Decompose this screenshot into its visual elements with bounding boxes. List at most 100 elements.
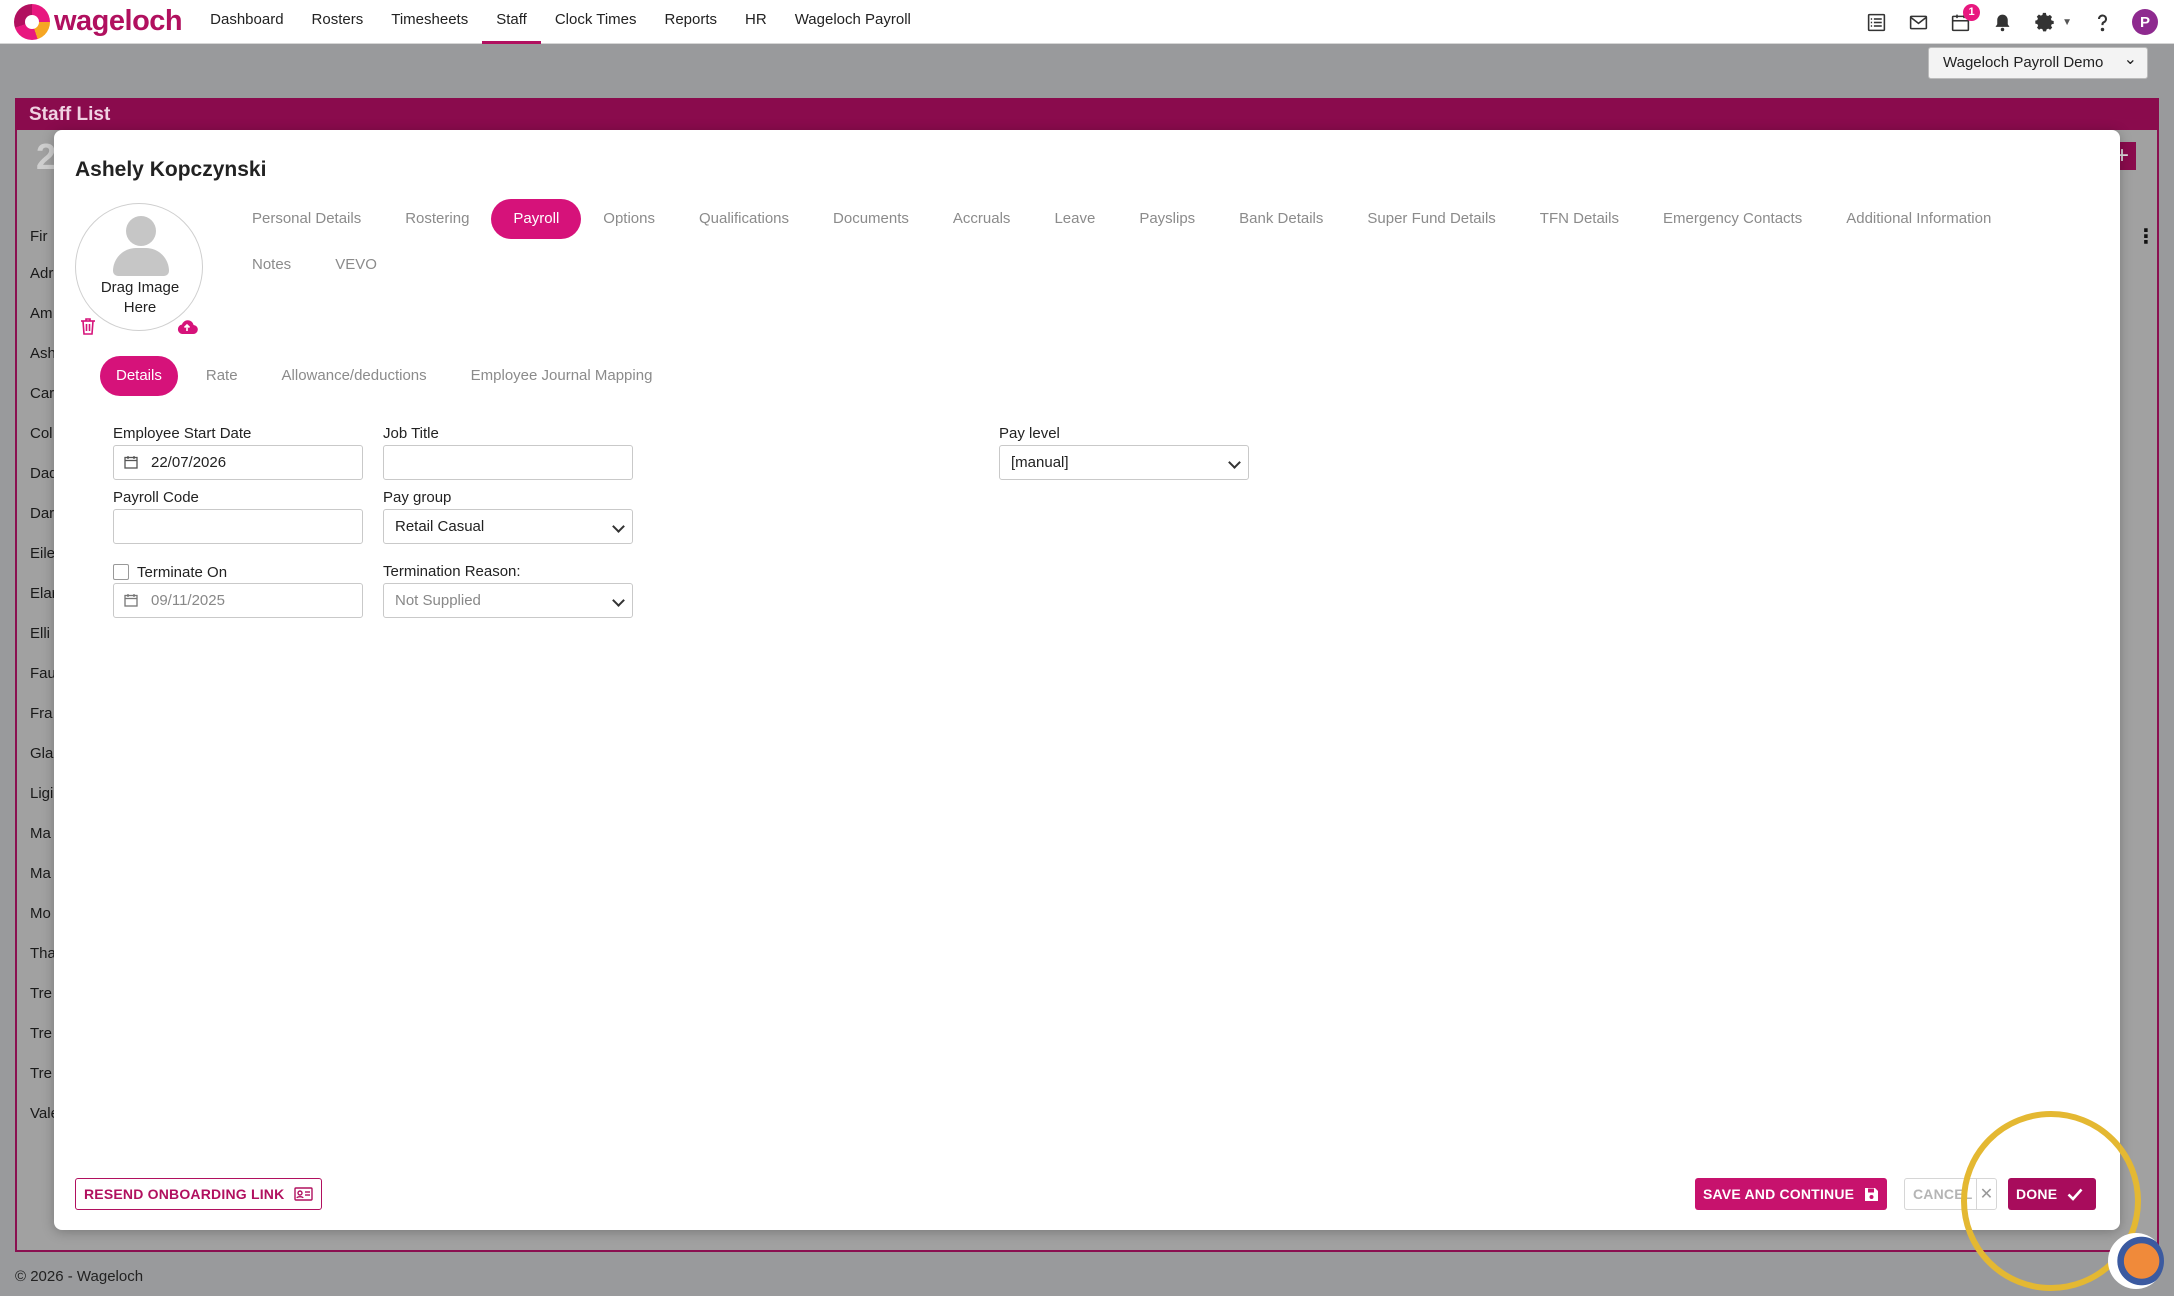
done-label: DONE	[2016, 1186, 2058, 1202]
calendar-badge: 1	[1963, 4, 1981, 21]
main-nav: Dashboard Rosters Timesheets Staff Clock…	[196, 0, 925, 44]
tab-rostering[interactable]: Rostering	[383, 199, 491, 239]
terminate-date-field[interactable]: 09/11/2025	[113, 583, 363, 618]
list-item[interactable]: Dar	[30, 505, 54, 522]
terminate-checkbox[interactable]	[113, 564, 129, 580]
calendar-icon[interactable]: 1	[1948, 4, 1981, 34]
subtab-details[interactable]: Details	[100, 356, 178, 396]
bell-icon[interactable]	[1990, 10, 2014, 34]
list-item[interactable]: Elli	[30, 625, 50, 642]
logo-mark-icon	[14, 3, 50, 40]
nav-dashboard[interactable]: Dashboard	[196, 0, 297, 44]
list-item[interactable]: Adr	[30, 265, 53, 282]
tab-accruals[interactable]: Accruals	[931, 199, 1033, 239]
tab-documents[interactable]: Documents	[811, 199, 931, 239]
list-item[interactable]: Eile	[30, 545, 55, 562]
tab-payslips[interactable]: Payslips	[1117, 199, 1217, 239]
table-header-first: Fir	[30, 228, 48, 245]
cancel-label: CANCEL	[1913, 1186, 1973, 1202]
nav-clock-times[interactable]: Clock Times	[541, 0, 651, 44]
start-date-value: 22/07/2026	[151, 454, 227, 471]
chat-support-icon[interactable]	[2108, 1233, 2164, 1289]
list-item[interactable]: Am	[30, 305, 53, 322]
terminate-on-label: Terminate On	[137, 564, 228, 581]
nav-reports[interactable]: Reports	[651, 0, 732, 44]
nav-wageloch-payroll[interactable]: Wageloch Payroll	[781, 0, 925, 44]
photo-drop-text: Drag Image Here	[76, 278, 204, 318]
cancel-button[interactable]: CANCEL ✕	[1904, 1178, 1997, 1210]
tab-bank-details[interactable]: Bank Details	[1217, 199, 1345, 239]
tab-leave[interactable]: Leave	[1032, 199, 1117, 239]
list-item[interactable]: Tre	[30, 985, 52, 1002]
nav-staff[interactable]: Staff	[482, 0, 541, 44]
cloud-upload-icon[interactable]	[176, 319, 198, 340]
list-item[interactable]: Tre	[30, 1025, 52, 1042]
list-item[interactable]: Ma	[30, 865, 51, 882]
tab-notes[interactable]: Notes	[230, 245, 313, 285]
tab-tfn-details[interactable]: TFN Details	[1518, 199, 1641, 239]
pay-group-select[interactable]: Retail Casual	[383, 509, 633, 544]
tab-personal-details[interactable]: Personal Details	[230, 199, 383, 239]
kebab-menu-icon[interactable]: ⋮	[2136, 224, 2156, 249]
save-and-continue-label: SAVE AND CONTINUE	[1703, 1186, 1855, 1202]
nav-timesheets[interactable]: Timesheets	[377, 0, 482, 44]
subtab-rate[interactable]: Rate	[190, 356, 254, 396]
list-item[interactable]: Fau	[30, 665, 56, 682]
chevron-down-icon[interactable]: ▼	[2062, 17, 2072, 28]
photo-dropzone[interactable]: Drag Image Here	[75, 203, 203, 331]
mail-icon[interactable]	[1906, 10, 1930, 34]
floppy-disk-icon	[1865, 1187, 1879, 1201]
tab-additional-information[interactable]: Additional Information	[1824, 199, 2013, 239]
wageloch-logo[interactable]: wageloch	[14, 3, 183, 40]
help-icon[interactable]	[2090, 10, 2114, 34]
start-date-field[interactable]: 22/07/2026	[113, 445, 363, 480]
list-item[interactable]: Mo	[30, 905, 51, 922]
photo-drop-text-line1: Drag Image	[100, 279, 180, 296]
footer-copyright: © 2026 - Wageloch	[15, 1268, 144, 1285]
list-item[interactable]: Ligi	[30, 785, 53, 802]
company-select[interactable]: Wageloch Payroll Demo	[1928, 45, 2148, 79]
nav-rosters[interactable]: Rosters	[298, 0, 378, 44]
list-item[interactable]: Ash	[30, 345, 56, 362]
checkmark-icon	[2067, 1188, 2083, 1201]
user-avatar[interactable]: P	[2132, 9, 2158, 35]
resend-onboarding-label: RESEND ONBOARDING LINK	[84, 1186, 285, 1202]
nav-hr[interactable]: HR	[731, 0, 781, 44]
job-title-input[interactable]	[383, 445, 633, 480]
pay-group-label: Pay group	[383, 489, 452, 506]
tab-qualifications[interactable]: Qualifications	[677, 199, 811, 239]
checklist-icon[interactable]	[1864, 10, 1888, 34]
pay-level-select[interactable]: [manual]	[999, 445, 1249, 480]
resend-onboarding-link-button[interactable]: RESEND ONBOARDING LINK	[75, 1178, 323, 1210]
employee-name: Ashely Kopczynski	[75, 158, 267, 181]
subtab-allowance-deductions[interactable]: Allowance/deductions	[266, 356, 443, 396]
save-and-continue-button[interactable]: SAVE AND CONTINUE	[1695, 1178, 1888, 1210]
subtab-employee-journal-mapping[interactable]: Employee Journal Mapping	[455, 356, 669, 396]
termination-reason-select[interactable]: Not Supplied	[383, 583, 633, 618]
start-date-label: Employee Start Date	[113, 425, 252, 442]
done-button[interactable]: DONE	[2008, 1178, 2096, 1210]
list-item[interactable]: Tre	[30, 1065, 52, 1082]
list-item[interactable]: Tha	[30, 945, 56, 962]
list-item[interactable]: Gla	[30, 745, 53, 762]
gear-icon[interactable]	[2032, 10, 2056, 34]
terminate-date-value: 09/11/2025	[151, 592, 225, 609]
top-navbar: wageloch Dashboard Rosters Timesheets St…	[0, 0, 2174, 44]
list-item[interactable]: Ma	[30, 825, 51, 842]
trash-icon[interactable]	[80, 317, 96, 340]
tab-options[interactable]: Options	[581, 199, 677, 239]
close-icon: ✕	[1976, 1179, 1996, 1209]
tab-vevo[interactable]: VEVO	[313, 245, 399, 285]
tab-super-fund-details[interactable]: Super Fund Details	[1345, 199, 1517, 239]
tab-emergency-contacts[interactable]: Emergency Contacts	[1641, 199, 1824, 239]
list-item[interactable]: Fra	[30, 705, 53, 722]
list-item[interactable]: Car	[30, 385, 54, 402]
list-item[interactable]: Col	[30, 425, 53, 442]
payroll-subtabs: Details Rate Allowance/deductions Employ…	[100, 356, 680, 396]
id-card-icon	[294, 1187, 314, 1201]
tab-payroll[interactable]: Payroll	[491, 199, 582, 239]
employee-tabs: Personal Details Rostering Payroll Optio…	[230, 199, 2090, 285]
list-item[interactable]: Elar	[30, 585, 57, 602]
payroll-code-input[interactable]	[113, 509, 363, 544]
job-title-label: Job Title	[383, 425, 439, 442]
